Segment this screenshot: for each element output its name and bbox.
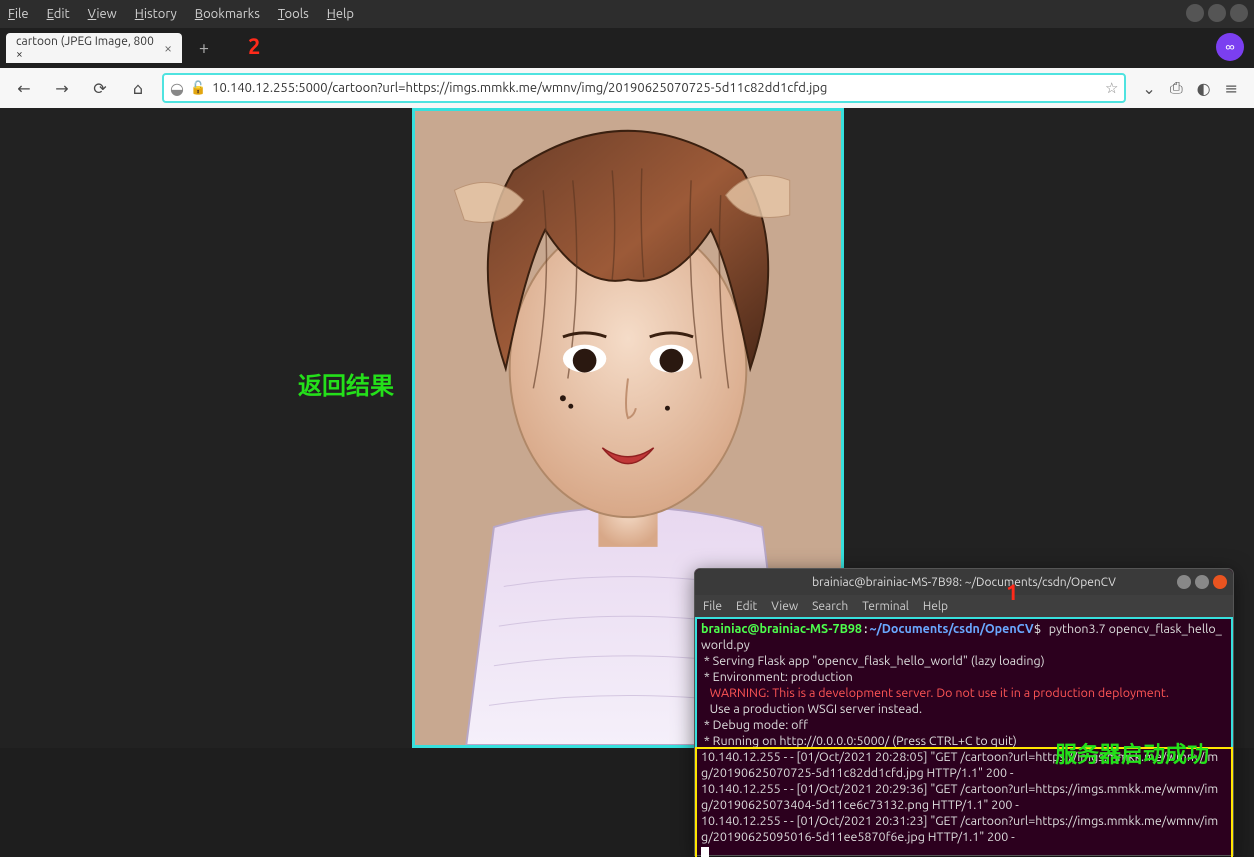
term-menu-edit[interactable]: Edit <box>736 600 757 613</box>
window-close-icon[interactable] <box>1230 4 1248 22</box>
terminal-minimize-icon[interactable] <box>1177 575 1191 589</box>
browser-viewport: 返回结果 1 brainiac@brainiac-MS-7B98: ~/Docu… <box>0 108 1254 748</box>
annotation-1: 1 <box>1006 580 1018 605</box>
terminal-title-text: brainiac@brainiac-MS-7B98: ~/Documents/c… <box>812 576 1116 589</box>
firefox-account-icon[interactable]: ∞ <box>1216 33 1244 61</box>
terminal-prompt-path: ~/Documents/csdn/OpenCV <box>869 622 1033 636</box>
menu-file[interactable]: File <box>8 7 29 21</box>
annotation-2: 2 <box>248 34 260 59</box>
terminal-cursor <box>701 847 709 857</box>
term-menu-help[interactable]: Help <box>923 600 948 613</box>
menu-help[interactable]: Help <box>327 7 354 21</box>
library-icon[interactable]: ⎙ <box>1170 79 1183 98</box>
menu-bookmarks[interactable]: Bookmarks <box>195 7 260 21</box>
terminal-window: brainiac@brainiac-MS-7B98: ~/Documents/c… <box>694 568 1234 856</box>
insecure-lock-icon[interactable]: 🔓 <box>190 81 206 96</box>
browser-tab[interactable]: cartoon (JPEG Image, 800 × × <box>6 33 182 63</box>
terminal-maximize-icon[interactable] <box>1195 575 1209 589</box>
bookmark-star-icon[interactable]: ☆ <box>1105 79 1118 97</box>
menu-history[interactable]: History <box>135 7 177 21</box>
browser-tabstrip: cartoon (JPEG Image, 800 × × + 2 ∞ <box>0 28 1254 68</box>
tab-close-icon[interactable]: × <box>164 40 172 56</box>
terminal-line: * Debug mode: off <box>701 718 808 732</box>
system-menubar: File Edit View History Bookmarks Tools H… <box>0 0 1254 28</box>
terminal-line: * Running on http://0.0.0.0:5000/ (Press… <box>701 734 1017 748</box>
reload-button[interactable]: ⟳ <box>86 74 114 102</box>
shield-icon[interactable]: ◒ <box>170 79 184 98</box>
terminal-body[interactable]: brainiac@brainiac-MS-7B98:~/Documents/cs… <box>695 617 1233 857</box>
menu-edit[interactable]: Edit <box>47 7 70 21</box>
terminal-warning: WARNING: This is a development server. D… <box>701 686 1169 700</box>
home-button[interactable]: ⌂ <box>124 74 152 102</box>
term-menu-file[interactable]: File <box>703 600 722 613</box>
terminal-titlebar[interactable]: brainiac@brainiac-MS-7B98: ~/Documents/c… <box>695 569 1233 595</box>
back-button[interactable]: ← <box>10 74 38 102</box>
terminal-line: * Environment: production <box>701 670 853 684</box>
profile-icon[interactable]: ◐ <box>1197 79 1211 98</box>
term-menu-view[interactable]: View <box>771 600 798 613</box>
terminal-line: Use a production WSGI server instead. <box>701 702 922 716</box>
tab-title: cartoon (JPEG Image, 800 × <box>16 35 156 61</box>
url-input[interactable] <box>212 81 1099 95</box>
terminal-menubar: File Edit View Search Terminal Help <box>695 595 1233 617</box>
window-maximize-icon[interactable] <box>1208 4 1226 22</box>
annotation-server-start: 服务器启动成功 <box>1055 747 1209 762</box>
window-minimize-icon[interactable] <box>1186 4 1204 22</box>
menu-tools[interactable]: Tools <box>278 7 309 21</box>
pocket-icon[interactable]: ⌄ <box>1142 79 1155 98</box>
terminal-log: 10.140.12.255 - - [01/Oct/2021 20:31:23]… <box>701 814 1218 844</box>
term-menu-search[interactable]: Search <box>812 600 848 613</box>
new-tab-button[interactable]: + <box>190 34 218 62</box>
forward-button[interactable]: → <box>48 74 76 102</box>
terminal-close-icon[interactable] <box>1213 575 1227 589</box>
terminal-log: 10.140.12.255 - - [01/Oct/2021 20:29:36]… <box>701 782 1218 812</box>
toolbar-right: ⌄ ⎙ ◐ ≡ <box>1136 79 1244 98</box>
browser-navbar: ← → ⟳ ⌂ ◒ 🔓 ☆ ⌄ ⎙ ◐ ≡ <box>0 68 1254 108</box>
term-menu-terminal[interactable]: Terminal <box>862 600 909 613</box>
terminal-prompt-user: brainiac@brainiac-MS-7B98 <box>701 622 862 636</box>
terminal-line: * Serving Flask app "opencv_flask_hello_… <box>701 654 1045 668</box>
hamburger-menu-icon[interactable]: ≡ <box>1225 79 1238 98</box>
menu-view[interactable]: View <box>88 7 117 21</box>
annotation-result: 返回结果 <box>298 366 394 401</box>
url-bar[interactable]: ◒ 🔓 ☆ <box>162 73 1126 103</box>
